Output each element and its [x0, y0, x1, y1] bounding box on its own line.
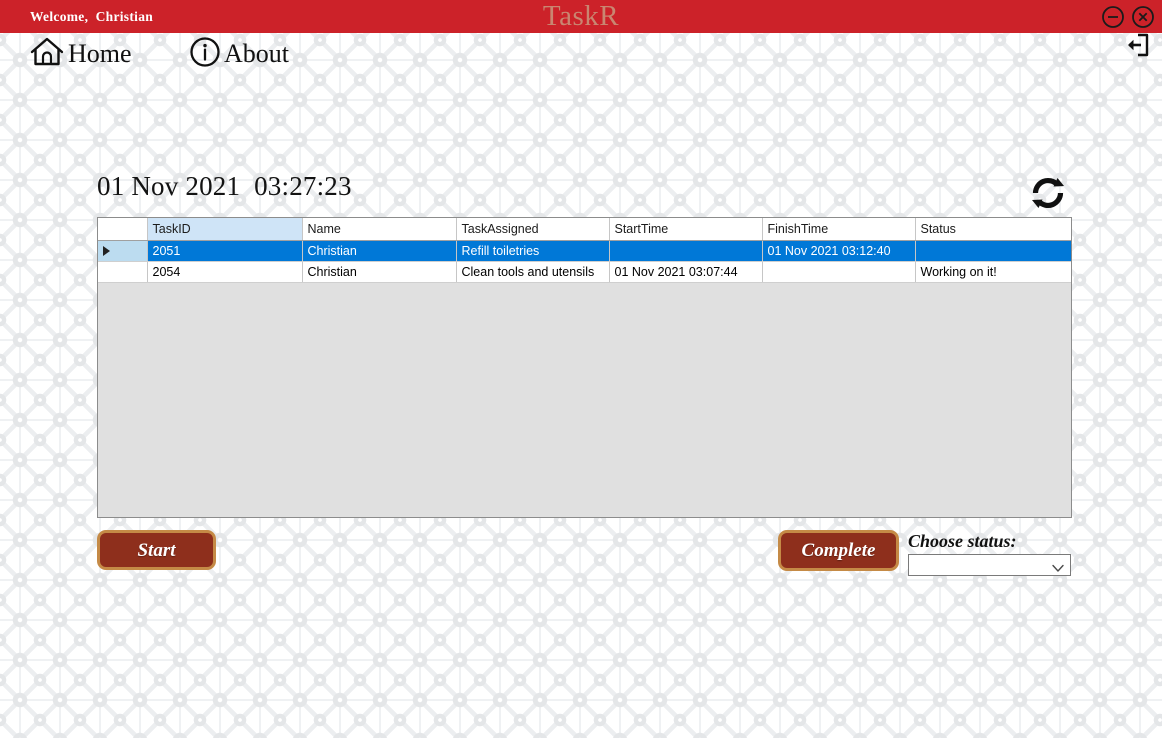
nav-item-home[interactable]: Home — [28, 33, 132, 75]
app-title: TaskR — [542, 0, 620, 32]
column-header-finishtime[interactable]: FinishTime — [762, 218, 916, 241]
nav-bar: Home About — [0, 33, 1162, 75]
nav-item-about[interactable]: About — [188, 33, 289, 75]
column-header-taskassigned[interactable]: TaskAssigned — [456, 218, 610, 241]
nav-item-home-label: Home — [68, 39, 132, 68]
start-button[interactable]: Start — [97, 530, 216, 570]
cell-name[interactable]: Christian — [302, 240, 457, 262]
cell-taskassigned[interactable]: Clean tools and utensils — [456, 261, 610, 283]
column-header-taskid[interactable]: TaskID — [147, 218, 303, 241]
status-dropdown[interactable] — [908, 554, 1071, 576]
current-datetime: 01 Nov 2021 03:27:23 — [97, 171, 352, 201]
minimize-icon — [1100, 4, 1126, 30]
task-table: TaskID Name TaskAssigned StartTime Finis… — [98, 218, 1071, 283]
row-selector-cell[interactable] — [98, 261, 148, 283]
cell-taskid[interactable]: 2051 — [147, 240, 303, 262]
refresh-button[interactable] — [1027, 172, 1069, 214]
table-header-row: TaskID Name TaskAssigned StartTime Finis… — [98, 218, 1071, 241]
table-row[interactable]: 2051 Christian Refill toiletries 01 Nov … — [98, 240, 1071, 262]
column-header-rowselector — [98, 218, 148, 241]
nav-item-about-label: About — [224, 39, 289, 68]
choose-status-label: Choose status: — [908, 531, 1017, 551]
row-selector-triangle-icon — [103, 246, 110, 257]
app-window: TaskR Welcome, Christian Home About 01 N… — [0, 0, 1162, 738]
info-icon — [188, 35, 222, 74]
row-selector-cell[interactable] — [98, 240, 148, 262]
task-grid[interactable]: TaskID Name TaskAssigned StartTime Finis… — [97, 217, 1072, 518]
title-bar: TaskR Welcome, Christian — [0, 0, 1162, 33]
welcome-message: Welcome, Christian — [30, 9, 154, 24]
column-header-status[interactable]: Status — [915, 218, 1071, 241]
cell-taskid[interactable]: 2054 — [147, 261, 303, 283]
close-icon — [1130, 4, 1156, 30]
cell-status[interactable]: Working on it! — [915, 261, 1071, 283]
column-header-starttime[interactable]: StartTime — [609, 218, 763, 241]
refresh-icon — [1027, 177, 1069, 218]
cell-starttime[interactable] — [609, 240, 763, 262]
cell-starttime[interactable]: 01 Nov 2021 03:07:44 — [609, 261, 763, 283]
column-header-name[interactable]: Name — [302, 218, 457, 241]
cell-finishtime[interactable]: 01 Nov 2021 03:12:40 — [762, 240, 916, 262]
complete-button[interactable]: Complete — [778, 530, 899, 571]
home-icon — [28, 35, 66, 74]
close-button[interactable] — [1130, 4, 1156, 30]
table-row[interactable]: 2054 Christian Clean tools and utensils … — [98, 261, 1071, 283]
minimize-button[interactable] — [1100, 4, 1126, 30]
logout-icon — [1122, 33, 1152, 64]
cell-finishtime[interactable] — [762, 261, 916, 283]
logout-button[interactable] — [1122, 30, 1152, 60]
cell-status[interactable] — [915, 240, 1071, 262]
cell-name[interactable]: Christian — [302, 261, 457, 283]
cell-taskassigned[interactable]: Refill toiletries — [456, 240, 610, 262]
